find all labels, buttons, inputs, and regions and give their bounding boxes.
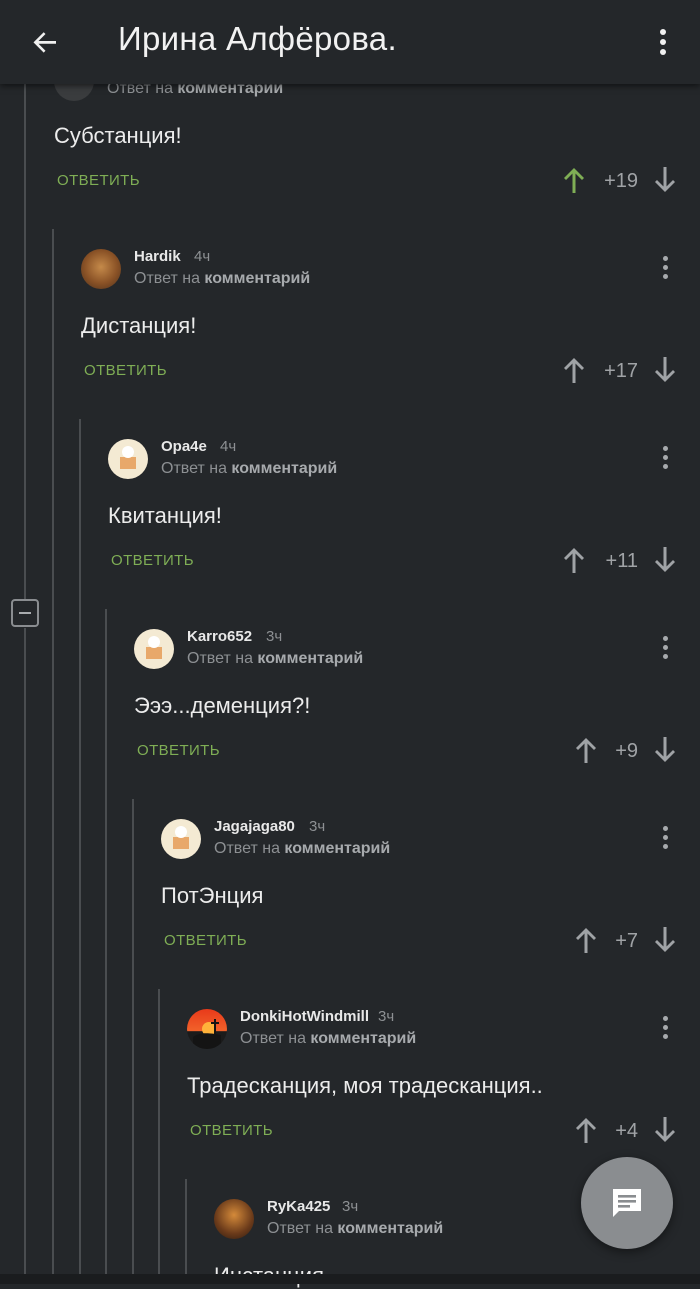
reply-button[interactable]: ОТВЕТИТЬ — [137, 742, 220, 759]
comment-text: Традесканция, моя традесканция.. — [187, 1073, 543, 1098]
reply-to-link[interactable]: комментарий — [204, 270, 310, 287]
upvote-icon[interactable] — [573, 735, 599, 765]
downvote-icon[interactable] — [652, 355, 678, 385]
reply-to-label: Ответ на комментарий — [240, 1030, 417, 1047]
thread-line — [132, 799, 134, 1274]
comment-more-icon[interactable] — [660, 636, 670, 662]
downvote-icon[interactable] — [652, 925, 678, 955]
comment-time: 4ч — [194, 248, 211, 265]
reply-button[interactable]: ОТВЕТИТЬ — [164, 932, 247, 949]
comment-time: 3ч — [342, 1198, 359, 1215]
reply-button[interactable]: ОТВЕТИТЬ — [57, 172, 140, 189]
write-comment-button[interactable] — [581, 1157, 673, 1249]
vote-count: +4 — [615, 1120, 638, 1142]
thread-line — [105, 609, 107, 1274]
vote-count: +7 — [615, 930, 638, 952]
collapse-thread-button[interactable] — [11, 599, 39, 627]
downvote-icon[interactable] — [652, 1115, 678, 1145]
reply-to-link[interactable]: комментарий — [284, 840, 390, 857]
comment-author[interactable]: DonkiHotWindmill — [240, 1008, 369, 1025]
reply-to-link[interactable]: комментарий — [337, 1220, 443, 1237]
downvote-icon[interactable] — [652, 545, 678, 575]
avatar — [214, 1199, 254, 1239]
reply-to-label: Ответ на комментарий — [267, 1220, 444, 1237]
vote-count: +19 — [604, 170, 638, 192]
comment-author[interactable]: Opa4e — [161, 438, 207, 455]
thread-line — [24, 628, 26, 1274]
vote-count: +17 — [604, 360, 638, 382]
avatar — [161, 819, 201, 859]
app-bar: Ирина Алфёрова. — [0, 0, 700, 84]
comment-time: 3ч — [266, 628, 283, 645]
downvote-icon[interactable] — [652, 165, 678, 195]
reply-to-link[interactable]: комментарий — [231, 460, 337, 477]
upvote-icon[interactable] — [561, 355, 587, 385]
overflow-menu-icon[interactable] — [650, 22, 676, 62]
reply-to-label: Ответ на комментарий — [214, 840, 391, 857]
reply-to-label: Ответ на комментарий — [161, 460, 338, 477]
back-arrow-icon[interactable] — [26, 22, 66, 62]
comment-text: Квитанция! — [108, 503, 222, 528]
bottom-edge — [0, 1274, 700, 1284]
upvote-icon[interactable] — [573, 1115, 599, 1145]
page-title: Ирина Алфёрова. — [118, 20, 397, 57]
comment-text: ПотЭнция — [161, 883, 264, 908]
reply-to-link[interactable]: комментарий — [310, 1030, 416, 1047]
comment-author[interactable]: Karro652 — [187, 628, 252, 645]
comment-author[interactable]: Hardik — [134, 248, 181, 265]
reply-button[interactable]: ОТВЕТИТЬ — [190, 1122, 273, 1139]
upvote-icon[interactable] — [561, 165, 587, 195]
vote-count: +11 — [605, 550, 638, 572]
thread-line — [52, 229, 54, 1274]
reply-to-link[interactable]: комментарий — [257, 650, 363, 667]
comment-icon — [613, 1189, 641, 1217]
avatar — [108, 439, 148, 479]
thread-line — [158, 989, 160, 1274]
comment-author[interactable]: RyKa425 — [267, 1198, 330, 1215]
comment-author[interactable]: Jagajaga80 — [214, 818, 295, 835]
thread-line — [185, 1179, 187, 1274]
comment-more-icon[interactable] — [660, 1016, 670, 1042]
comment-text: Эээ...деменция?! — [134, 693, 311, 718]
comment-text: Дистанция! — [81, 313, 197, 338]
comment-time: 3ч — [378, 1008, 395, 1025]
comment-more-icon[interactable] — [660, 256, 670, 282]
vote-count: +9 — [615, 740, 638, 762]
reply-to-label: Ответ на комментарий — [134, 270, 311, 287]
comment-time: 4ч — [220, 438, 237, 455]
upvote-icon[interactable] — [573, 925, 599, 955]
downvote-icon[interactable] — [652, 735, 678, 765]
avatar — [134, 629, 174, 669]
reply-to-label: Ответ на комментарий — [187, 650, 364, 667]
reply-button[interactable]: ОТВЕТИТЬ — [111, 552, 194, 569]
comment-more-icon[interactable] — [660, 446, 670, 472]
avatar — [81, 249, 121, 289]
upvote-icon[interactable] — [561, 545, 587, 575]
thread-line — [24, 84, 26, 600]
comment-text: Субстанция! — [54, 123, 182, 148]
comment-more-icon[interactable] — [660, 826, 670, 852]
comment-time: 3ч — [309, 818, 326, 835]
thread-line — [79, 419, 81, 1274]
reply-button[interactable]: ОТВЕТИТЬ — [84, 362, 167, 379]
avatar — [187, 1009, 227, 1049]
